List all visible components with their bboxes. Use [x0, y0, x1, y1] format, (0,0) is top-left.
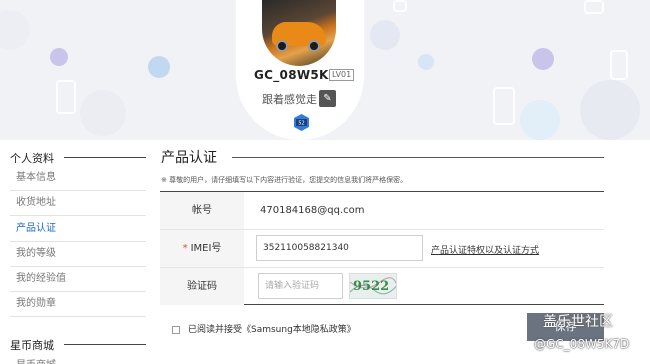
sidebar-item-exp[interactable]: 我的经验值	[10, 267, 146, 292]
sidebar-section-title: 个人资料	[10, 152, 54, 165]
auth-form: 帐号 470184168@qq.com * IMEI号 3521100588213…	[160, 191, 604, 305]
agree-text: 已阅读并接受《Samsung本地隐私政策》	[188, 325, 356, 335]
auth-privilege-link[interactable]: 产品认证特权以及认证方式	[431, 243, 539, 256]
pencil-icon[interactable]: ✎	[319, 90, 336, 107]
account-label: 帐号	[160, 192, 244, 229]
sidebar-section2-title: 星币商城	[10, 339, 54, 352]
imei-label-text: IMEI号	[190, 243, 222, 254]
badge-value: 52	[298, 121, 304, 127]
imei-label: * IMEI号	[160, 230, 244, 267]
required-mark: *	[182, 243, 188, 254]
captcha-image[interactable]: 9522	[349, 273, 397, 299]
divider	[64, 157, 146, 158]
account-value: 470184168@qq.com	[260, 205, 365, 216]
notice-text: ※ 尊敬的用户，请仔细填写以下内容进行验证，您提交的信息我们将严格保密。	[161, 176, 408, 184]
page: GC_08W5K7D LV01 跟着感觉走 ✎ 52 个人资料 基本信息 收货地…	[0, 0, 650, 364]
medal-icon: 52	[294, 114, 309, 131]
agree-checkbox[interactable]	[172, 325, 180, 334]
divider	[64, 344, 146, 345]
sidebar-item-basic-info[interactable]: 基本信息	[10, 166, 146, 191]
watermark-line2: @GC_08W5K7D	[534, 337, 630, 351]
sidebar-item-product-auth[interactable]: 产品认证	[10, 217, 146, 242]
sidebar-item-level[interactable]: 我的等级	[10, 242, 146, 267]
nickname: 跟着感觉走	[262, 93, 317, 106]
sidebar-item-address[interactable]: 收货地址	[10, 191, 146, 216]
page-title: 产品认证	[161, 150, 217, 166]
sidebar-item-star-mall[interactable]: 星币商城	[16, 356, 56, 364]
watermark-line1: 盖乐世社区	[543, 314, 613, 330]
account-row: 帐号 470184168@qq.com	[160, 192, 604, 230]
captcha-row: 验证码 请输入验证码 9522	[160, 268, 604, 306]
captcha-digits: 9522	[353, 279, 390, 294]
imei-input[interactable]: 352110058821340	[256, 235, 423, 261]
level-badge: LV01	[329, 69, 355, 81]
captcha-label: 验证码	[160, 268, 244, 305]
agree-row[interactable]: 已阅读并接受《Samsung本地隐私政策》	[172, 322, 356, 335]
imei-row: * IMEI号 352110058821340 产品认证特权以及认证方式	[160, 230, 604, 268]
divider	[232, 157, 604, 158]
sidebar-item-medals[interactable]: 我的勋章	[10, 292, 146, 317]
captcha-input[interactable]: 请输入验证码	[258, 273, 343, 299]
